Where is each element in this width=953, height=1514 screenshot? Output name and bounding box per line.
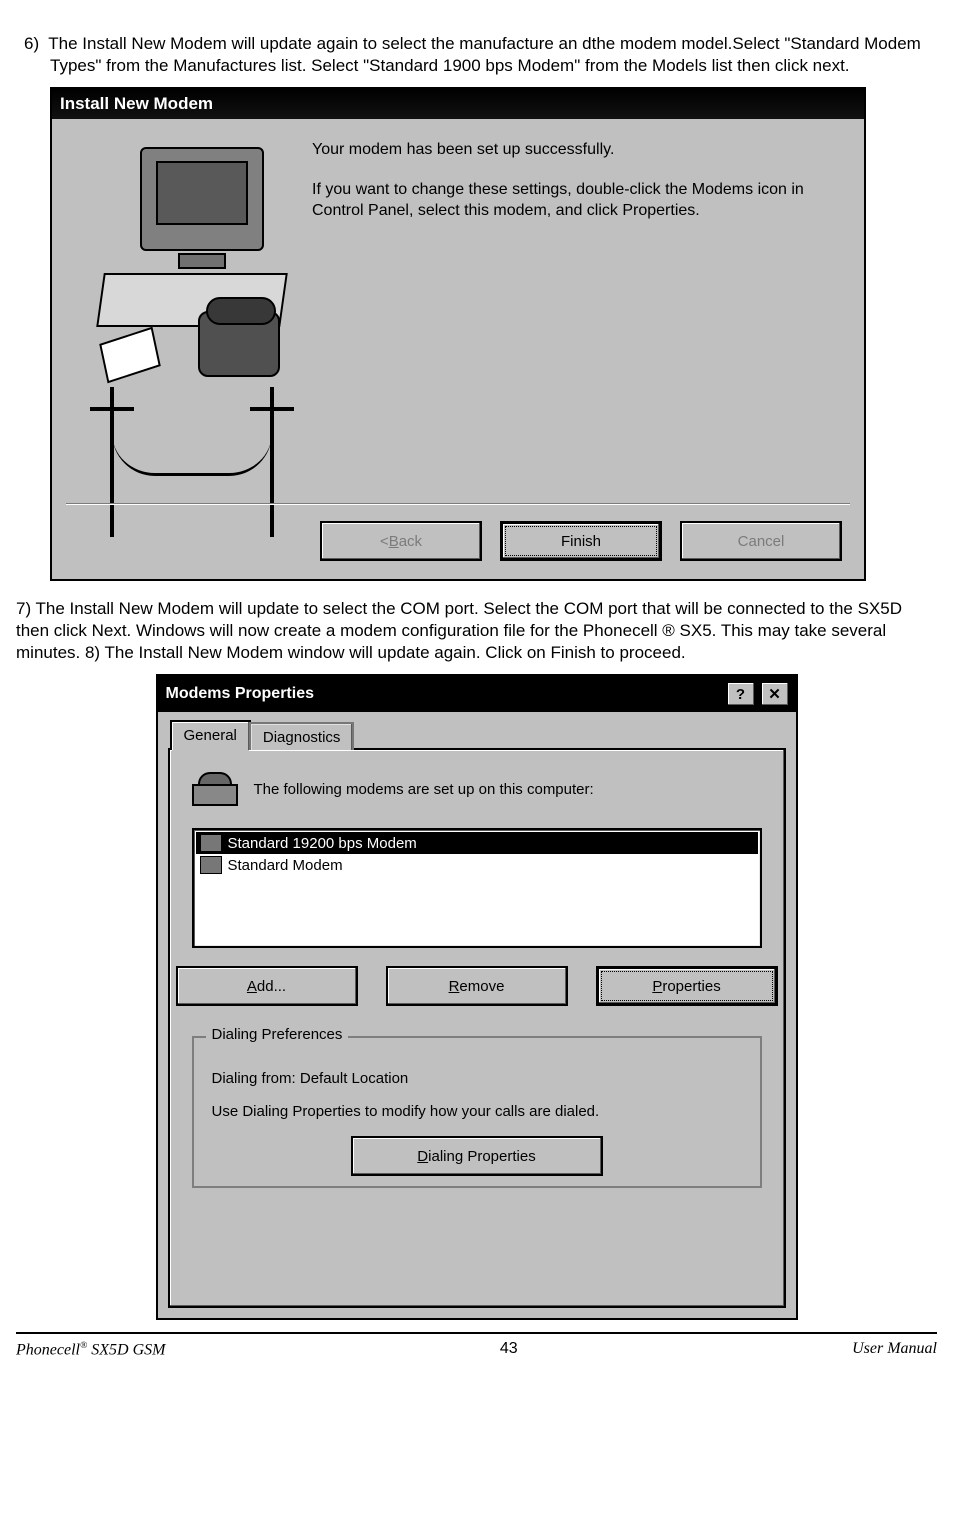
list-item[interactable]: Standard Modem <box>196 854 758 876</box>
list-item-label: Standard Modem <box>228 857 343 874</box>
modem-icon <box>192 772 238 806</box>
footer-page-number: 43 <box>500 1340 518 1359</box>
close-button[interactable]: ✕ <box>760 681 790 707</box>
modems-properties-window: Modems Properties ? ✕ General Diagnostic… <box>156 674 798 1320</box>
dialing-properties-button[interactable]: Dialing Properties <box>351 1136 603 1176</box>
group-legend: Dialing Preferences <box>206 1026 349 1043</box>
footer-rule <box>16 1332 937 1334</box>
window-title: Modems Properties <box>166 685 314 703</box>
success-message: Your modem has been set up successfully. <box>312 139 840 161</box>
tab-strip: General Diagnostics <box>170 720 786 750</box>
window-titlebar: Modems Properties ? ✕ <box>158 676 796 712</box>
modem-small-icon <box>200 834 222 852</box>
step-6-num: 6) <box>24 34 39 53</box>
footer-right: User Manual <box>852 1340 937 1359</box>
remove-button[interactable]: Remove <box>386 966 568 1006</box>
modem-small-icon <box>200 856 222 874</box>
tab-diagnostics[interactable]: Diagnostics <box>249 722 355 750</box>
window-titlebar: Install New Modem <box>52 89 864 119</box>
wizard-artwork <box>52 119 302 579</box>
back-button[interactable]: < Back <box>320 521 482 561</box>
dialing-preferences-group: Dialing Preferences Dialing from: Defaul… <box>192 1036 762 1188</box>
dialing-from-text: Dialing from: Default Location <box>212 1070 742 1087</box>
add-button[interactable]: Add... <box>176 966 358 1006</box>
help-button[interactable]: ? <box>726 681 756 707</box>
window-body: General Diagnostics The following modems… <box>158 712 796 1318</box>
install-new-modem-window: Install New Modem Your modem has been se… <box>50 87 866 581</box>
wizard-button-row: < Back Finish Cancel <box>320 521 842 561</box>
properties-button[interactable]: Properties <box>596 966 778 1006</box>
window-title: Install New Modem <box>60 94 213 114</box>
intro-text: The following modems are set up on this … <box>254 781 594 798</box>
window-body: Your modem has been set up successfully.… <box>52 119 864 579</box>
step-7-8-text: 7) The Install New Modem will update to … <box>16 598 937 664</box>
monitor-icon <box>140 147 264 251</box>
instructions-message: If you want to change these settings, do… <box>312 179 840 222</box>
tab-panel-general: The following modems are set up on this … <box>168 748 786 1308</box>
finish-button[interactable]: Finish <box>500 521 662 561</box>
tab-general[interactable]: General <box>170 720 251 750</box>
wizard-text-pane: Your modem has been set up successfully.… <box>302 119 864 579</box>
dialing-desc-text: Use Dialing Properties to modify how you… <box>212 1103 742 1120</box>
footer-left: Phonecell® SX5D GSM <box>16 1340 165 1359</box>
list-button-row: Add... Remove Properties <box>192 966 762 1006</box>
list-item-label: Standard 19200 bps Modem <box>228 835 417 852</box>
cancel-button[interactable]: Cancel <box>680 521 842 561</box>
list-item[interactable]: Standard 19200 bps Modem <box>196 832 758 854</box>
step-6-text: 6) The Install New Modem will update aga… <box>16 33 937 77</box>
modem-list[interactable]: Standard 19200 bps Modem Standard Modem <box>192 828 762 948</box>
step-6-body: The Install New Modem will update again … <box>48 34 921 75</box>
page-footer: Phonecell® SX5D GSM 43 User Manual <box>16 1340 937 1369</box>
phone-icon <box>198 311 280 377</box>
